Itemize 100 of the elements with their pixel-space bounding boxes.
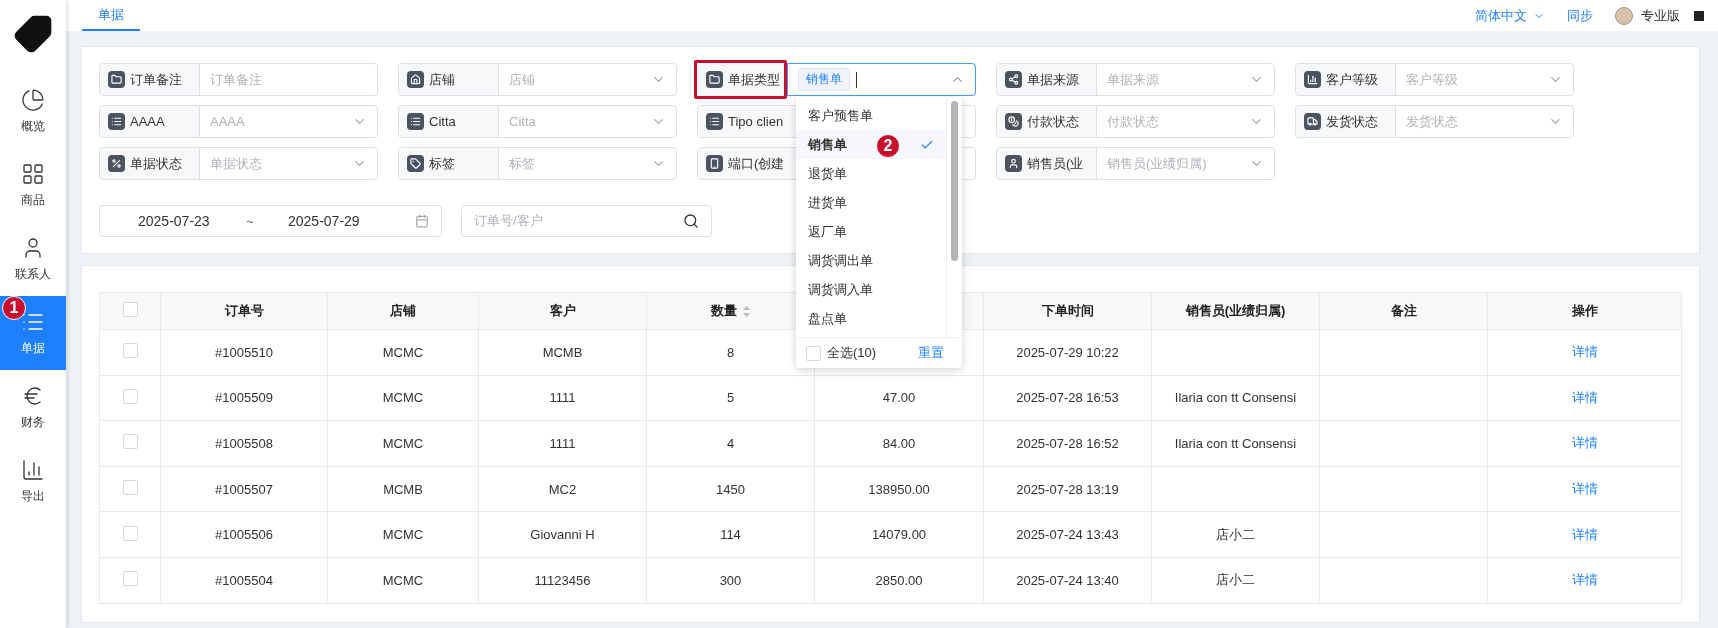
table-cell-text: 2025-07-29 10:22 — [1016, 344, 1119, 360]
table-cell-text: 4 — [726, 436, 735, 451]
checkbox[interactable] — [122, 302, 138, 317]
tab[interactable]: 单据 — [82, 0, 140, 31]
table-cell-text: 2025-07-28 13:19 — [1016, 481, 1119, 497]
highlighted-filter-label: 单据类型 — [694, 60, 787, 99]
column-header: 下单时间 — [983, 292, 1152, 330]
details-link[interactable]: 详情 — [1571, 526, 1598, 542]
list-icon — [407, 113, 424, 130]
placeholder-text: 客户等级 — [1406, 70, 1459, 89]
sidebar-item[interactable]: 单据 1 — [0, 296, 66, 370]
sidebar-item[interactable]: 概览 — [0, 74, 66, 148]
table-cell-text: MCMC — [382, 390, 424, 406]
avatar[interactable] — [1615, 6, 1633, 25]
select-all-label: 全选(10) — [827, 344, 877, 362]
sidebar-item[interactable]: 财务 — [0, 370, 66, 444]
checkbox[interactable] — [122, 525, 138, 541]
list-icon — [706, 113, 723, 130]
sidebar-item[interactable]: 导出 — [0, 444, 66, 518]
language-select[interactable]: 简体中文 — [1475, 6, 1545, 25]
filter-input-field[interactable]: 订单备注 订单备注 — [99, 63, 378, 96]
checkbox[interactable] — [122, 571, 138, 587]
dropdown-option[interactable]: 调货调出单 — [796, 246, 946, 275]
filter-select[interactable]: 客户等级 客户等级 — [1295, 63, 1574, 96]
step-marker: 1 — [2, 296, 26, 320]
checkbox[interactable] — [122, 343, 138, 359]
filter-label: 付款状态 — [997, 106, 1097, 137]
filter-select[interactable]: 店铺 店铺 — [398, 63, 677, 96]
filter-label: 发货状态 — [1296, 106, 1396, 137]
dropdown-option[interactable]: 返厂单 — [796, 217, 946, 246]
details-link[interactable]: 详情 — [1571, 344, 1598, 360]
sidebar-item[interactable]: 商品 — [0, 148, 66, 222]
placeholder-text: 标签 — [509, 154, 536, 173]
checkbox[interactable] — [806, 345, 821, 361]
placeholder-text: 单据状态 — [210, 154, 263, 173]
table-cell-text: #1005504 — [215, 572, 273, 588]
date-range-field[interactable]: 2025-07-23 ~ 2025-07-29 — [99, 205, 442, 237]
checkbox[interactable] — [122, 434, 138, 450]
placeholder-text: AAAA — [210, 114, 246, 129]
column-header: 订单号 — [160, 292, 328, 330]
dropdown-option[interactable]: 销售单 2 — [796, 130, 946, 159]
filter-label: Tipo clien — [698, 106, 798, 137]
table-cell-text: MCMC — [382, 527, 424, 543]
reset-link[interactable]: 重置 — [918, 344, 944, 362]
filter-select[interactable]: 标签 标签 — [398, 147, 677, 180]
table-cell-text: 店小二 — [1216, 572, 1255, 588]
table-cell-text: MCMB — [383, 481, 423, 497]
filter-select[interactable]: 销售员(业 销售员(业绩归属) — [996, 147, 1275, 180]
filter-select[interactable]: Citta Citta — [398, 105, 677, 138]
table-cell-text: 114 — [720, 527, 741, 543]
tag-icon — [407, 155, 424, 172]
checkbox[interactable] — [122, 388, 138, 404]
step-marker: 2 — [876, 134, 900, 158]
checkbox[interactable] — [122, 480, 138, 496]
table-cell-text: MCMC — [382, 572, 424, 588]
sort-icon[interactable] — [743, 305, 750, 317]
scrollbar-thumb[interactable] — [951, 101, 958, 261]
filter-select[interactable]: 付款状态 付款状态 — [996, 105, 1275, 138]
table-cell-text: MCMB — [542, 344, 583, 360]
table-cell-text: 8 — [726, 344, 735, 360]
table-cell-text: #1005507 — [215, 481, 273, 497]
table-cell-text: 2025-07-28 16:52 — [1016, 436, 1119, 451]
table-cell-text: MCMC — [382, 436, 424, 451]
house-icon — [407, 71, 424, 88]
dropdown-option[interactable]: 进货单 — [796, 188, 946, 217]
sidebar-item[interactable]: 联系人 — [0, 222, 66, 296]
table-cell-text: 84.00 — [882, 436, 916, 451]
filter-select[interactable]: AAAA AAAA — [99, 105, 378, 138]
table-cell-text: 店小二 — [1216, 526, 1255, 542]
sync-link[interactable]: 同步 — [1567, 6, 1593, 25]
table-cell-text: #1005506 — [215, 527, 273, 543]
table-cell-text: 2850.00 — [875, 572, 923, 588]
pie-chart-icon — [21, 87, 45, 112]
table-cell-text: Ilaria con tt Consensi — [1174, 390, 1297, 406]
placeholder-text: 订单备注 — [210, 70, 263, 89]
table-cell-text: 47.00 — [882, 390, 916, 406]
table-cell-text: MCMC — [382, 344, 424, 360]
table-cell-text: #1005508 — [215, 436, 273, 451]
table-cell-text: Ilaria con tt Consensi — [1174, 436, 1297, 451]
column-header: 客户 — [478, 292, 647, 330]
filter-select[interactable]: 单据类型 销售单 — [697, 63, 976, 96]
calendar-icon — [415, 214, 429, 228]
table-cell-text: MC2 — [548, 481, 577, 497]
dropdown-option[interactable]: 退货单 — [796, 159, 946, 188]
user-icon — [1005, 155, 1022, 172]
plan-label: 专业版 — [1641, 6, 1680, 25]
filter-label: 店铺 — [399, 64, 499, 95]
details-link[interactable]: 详情 — [1571, 481, 1598, 497]
grid-icon — [21, 161, 45, 186]
table-cell-text: #1005509 — [215, 390, 273, 406]
details-link[interactable]: 详情 — [1571, 389, 1598, 405]
square-icon[interactable] — [1694, 10, 1704, 21]
details-link[interactable]: 详情 — [1571, 435, 1598, 451]
table-cell-text: Giovanni H — [530, 527, 595, 543]
dropdown-option[interactable]: 客户预售单 — [796, 101, 946, 130]
filter-select[interactable]: 发货状态 发货状态 — [1295, 105, 1574, 138]
details-link[interactable]: 详情 — [1571, 572, 1598, 588]
table-cell-text: 2025-07-28 16:53 — [1016, 390, 1119, 406]
filter-select[interactable]: 单据来源 单据来源 — [996, 63, 1275, 96]
filter-select[interactable]: 单据状态 单据状态 — [99, 147, 378, 180]
